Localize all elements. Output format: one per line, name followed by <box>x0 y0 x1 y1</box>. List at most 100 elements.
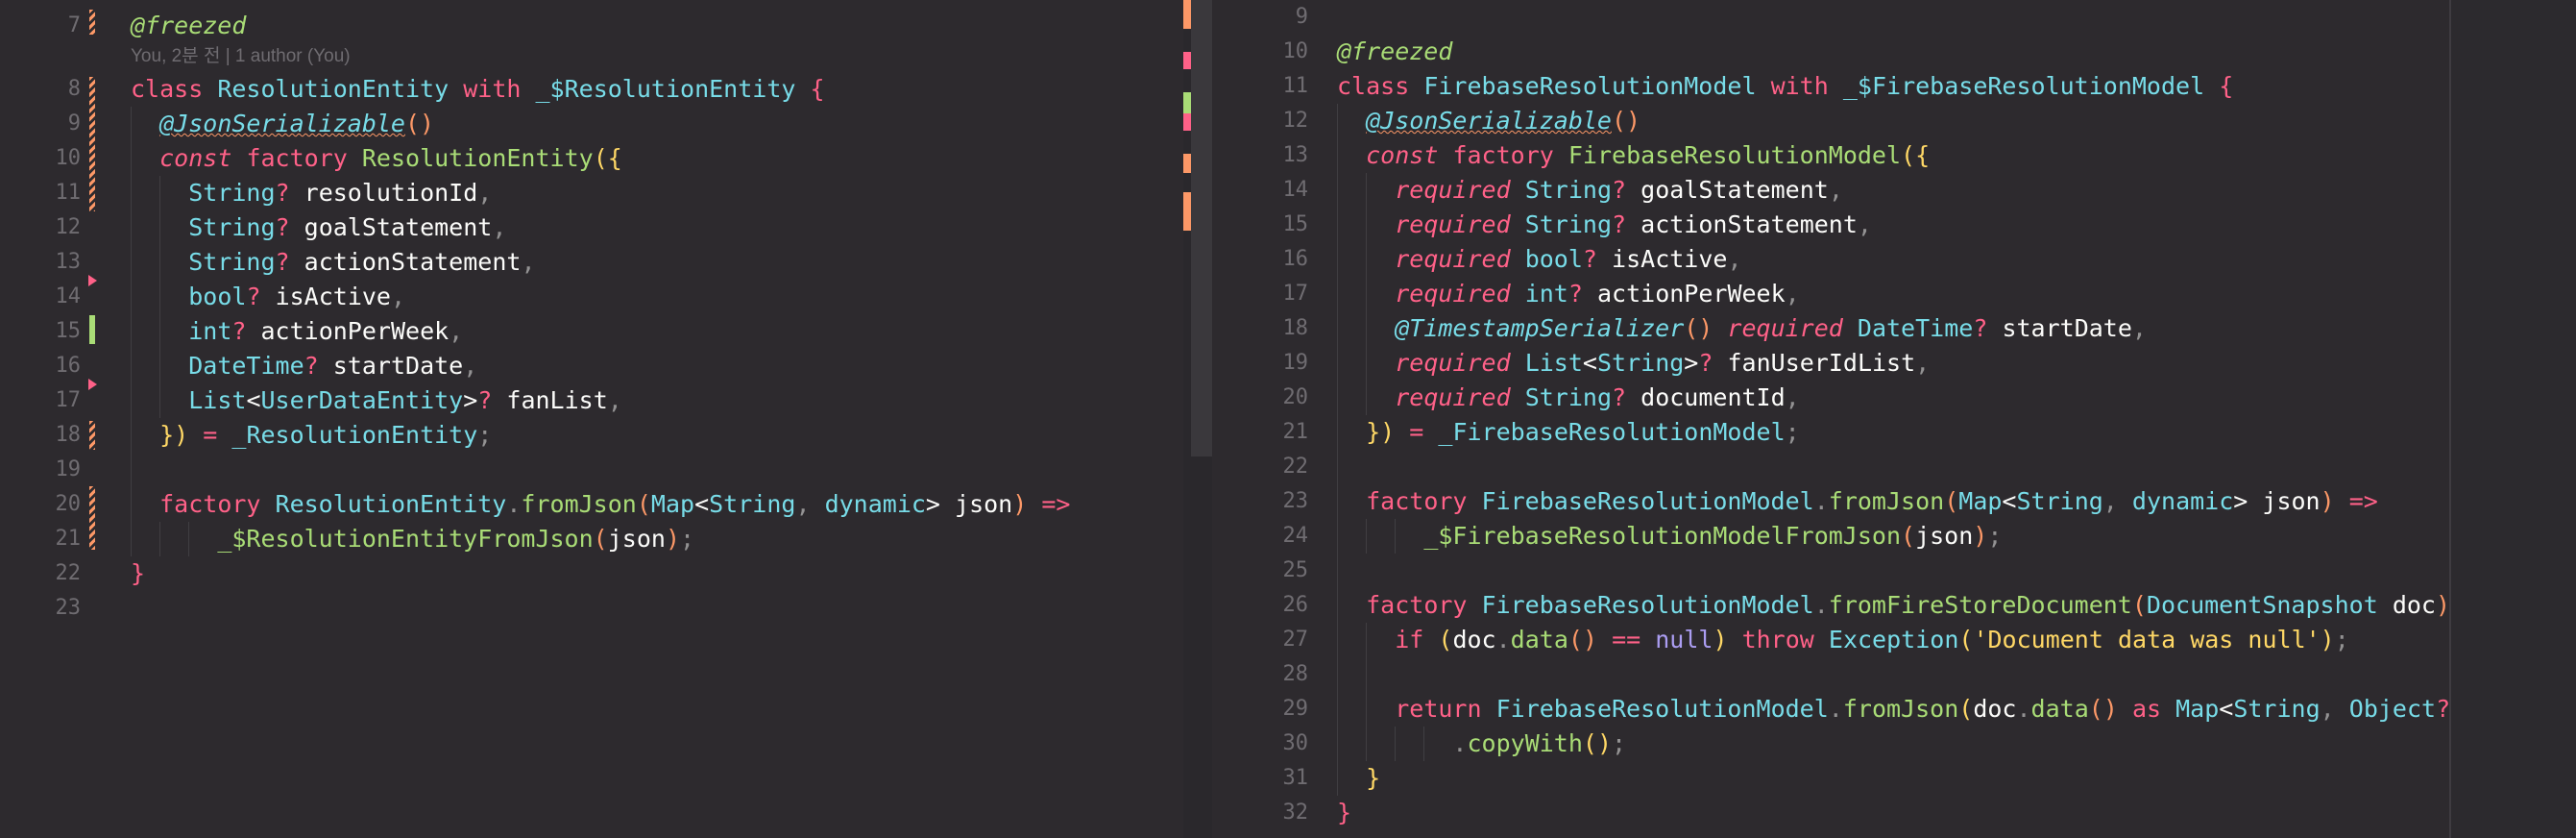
code-line[interactable]: 18 @TimestampSerializer() required DateT… <box>1212 311 2449 346</box>
code-line[interactable]: 23 factory FirebaseResolutionModel.fromJ… <box>1212 484 2449 519</box>
code-line[interactable]: 27 if (doc.data() == null) throw Excepti… <box>1212 623 2449 657</box>
code-line[interactable]: 22 } <box>0 556 1183 591</box>
code-text: class ResolutionEntity with _$Resolution… <box>131 75 825 103</box>
line-number: 14 <box>55 284 82 308</box>
code-text: required String? actionStatement, <box>1395 210 1872 238</box>
code-line[interactable]: 12 @JsonSerializable() <box>1212 104 2449 138</box>
code-line[interactable]: 18 }) = _ResolutionEntity; <box>0 418 1183 453</box>
code-text: String? actionStatement, <box>188 248 536 276</box>
code-line[interactable]: 13 const factory FirebaseResolutionModel… <box>1212 138 2449 173</box>
code-text: int? actionPerWeek, <box>188 317 464 345</box>
diff-overview <box>1183 0 1212 838</box>
code-text: factory FirebaseResolutionModel.fromFire… <box>1366 591 2479 619</box>
code-line[interactable]: 19 <box>0 453 1183 487</box>
code-text: } <box>1366 764 1381 792</box>
code-text: if (doc.data() == null) throw Exception(… <box>1395 626 2349 653</box>
code-line[interactable]: 9 @JsonSerializable() <box>0 107 1183 141</box>
code-text: required String? documentId, <box>1395 383 1800 411</box>
line-number: 21 <box>1282 420 1309 444</box>
code-text: } <box>131 559 146 587</box>
code-line[interactable]: 20 required String? documentId, <box>1212 381 2449 415</box>
line-number: 31 <box>1282 766 1309 790</box>
code-line[interactable]: 8 class ResolutionEntity with _$Resoluti… <box>0 72 1183 107</box>
code-text: DateTime? startDate, <box>188 352 478 380</box>
code-text: @freezed <box>131 12 247 39</box>
code-text: required String? goalStatement, <box>1395 176 1843 204</box>
code-line[interactable]: 25 <box>1212 554 2449 588</box>
code-line[interactable]: 29 return FirebaseResolutionModel.fromJs… <box>1212 692 2479 727</box>
code-text: }) = _FirebaseResolutionModel; <box>1366 418 1800 446</box>
code-editor[interactable]: 7 @freezed You, 2분 전 | 1 author (You) 8 … <box>0 0 2576 838</box>
code-line[interactable]: 24 _$FirebaseResolutionModelFromJson(jso… <box>1212 519 2449 554</box>
code-text: @TimestampSerializer() required DateTime… <box>1395 314 2147 342</box>
code-text: _$ResolutionEntityFromJson(json); <box>217 525 695 553</box>
code-line[interactable]: 11 String? resolutionId, <box>0 176 1183 210</box>
code-line[interactable]: 16 DateTime? startDate, <box>0 349 1183 383</box>
code-line[interactable]: 20 factory ResolutionEntity.fromJson(Map… <box>0 487 1183 522</box>
line-number: 13 <box>1282 143 1309 167</box>
code-text: bool? isActive, <box>188 283 406 310</box>
code-text: @freezed <box>1337 37 1453 65</box>
code-text: factory FirebaseResolutionModel.fromJson… <box>1366 487 2378 515</box>
vertical-ruler-area <box>2449 0 2576 838</box>
line-number: 15 <box>55 319 82 343</box>
line-number: 17 <box>1282 282 1309 306</box>
code-line[interactable]: 17 required int? actionPerWeek, <box>1212 277 2449 311</box>
line-number: 28 <box>1282 662 1309 686</box>
code-text: required int? actionPerWeek, <box>1395 280 1800 308</box>
line-number: 17 <box>55 388 82 412</box>
code-line[interactable]: 19 required List<String>? fanUserIdList, <box>1212 346 2449 381</box>
line-number: 21 <box>55 527 82 551</box>
line-number: 25 <box>1282 558 1309 582</box>
code-text: List<UserDataEntity>? fanList, <box>188 386 622 414</box>
code-text: }) = _ResolutionEntity; <box>159 421 493 449</box>
code-text: String? resolutionId, <box>188 179 493 207</box>
code-line[interactable]: 22 <box>1212 450 2449 484</box>
editor-pane-right[interactable]: 9 10 @freezed 11 class FirebaseResolutio… <box>1212 0 2479 838</box>
code-line[interactable]: 12 String? goalStatement, <box>0 210 1183 245</box>
code-line[interactable]: 28 <box>1212 657 2449 692</box>
code-line[interactable]: 14 required String? goalStatement, <box>1212 173 2449 208</box>
code-line[interactable]: 15 required String? actionStatement, <box>1212 208 2449 242</box>
line-number: 26 <box>1282 593 1309 617</box>
codelens-blame[interactable]: You, 2분 전 | 1 author (You) <box>131 44 351 69</box>
code-line[interactable]: 10 @freezed <box>1212 35 2449 69</box>
code-line[interactable]: 7 @freezed <box>0 9 1183 43</box>
editor-pane-left[interactable]: 7 @freezed You, 2분 전 | 1 author (You) 8 … <box>0 0 1183 838</box>
code-line[interactable]: 16 required bool? isActive, <box>1212 242 2449 277</box>
code-line[interactable]: 21 }) = _FirebaseResolutionModel; <box>1212 415 2449 450</box>
code-text: required bool? isActive, <box>1395 245 1742 273</box>
code-line[interactable]: 26 factory FirebaseResolutionModel.fromF… <box>1212 588 2479 623</box>
line-number: 22 <box>55 561 82 585</box>
line-number: 19 <box>55 457 82 481</box>
line-number: 15 <box>1282 212 1309 236</box>
line-number: 20 <box>1282 385 1309 409</box>
code-line[interactable]: 32 } <box>1212 796 2449 830</box>
code-line[interactable]: 11 class FirebaseResolutionModel with _$… <box>1212 69 2449 104</box>
code-text: @JsonSerializable() <box>159 110 435 137</box>
code-line[interactable]: 13 String? actionStatement, <box>0 245 1183 280</box>
line-number: 24 <box>1282 524 1309 548</box>
code-line[interactable]: 10 const factory ResolutionEntity({ <box>0 141 1183 176</box>
line-number: 29 <box>1282 697 1309 721</box>
line-number: 11 <box>1282 74 1309 98</box>
line-number: 12 <box>1282 109 1309 133</box>
line-number: 11 <box>55 181 82 205</box>
code-text: const factory FirebaseResolutionModel({ <box>1366 141 1931 169</box>
code-text: String? goalStatement, <box>188 213 507 241</box>
line-number: 7 <box>67 13 81 37</box>
code-line[interactable]: 15 int? actionPerWeek, <box>0 314 1183 349</box>
code-line[interactable]: 31 } <box>1212 761 2449 796</box>
code-text: } <box>1337 799 1352 826</box>
code-line[interactable]: 14 bool? isActive, <box>0 280 1183 314</box>
code-text: required List<String>? fanUserIdList, <box>1395 349 1931 377</box>
line-number: 32 <box>1282 801 1309 825</box>
code-text: _$FirebaseResolutionModelFromJson(json); <box>1423 522 2003 550</box>
line-number: 19 <box>1282 351 1309 375</box>
code-text: return FirebaseResolutionModel.fromJson(… <box>1395 695 2479 723</box>
code-line[interactable]: 17 List<UserDataEntity>? fanList, <box>0 383 1183 418</box>
code-line[interactable]: 30 .copyWith(); <box>1212 727 2449 761</box>
code-line[interactable]: 21 _$ResolutionEntityFromJson(json); <box>0 522 1183 556</box>
code-line[interactable]: 23 <box>0 591 1183 626</box>
code-line[interactable]: 9 <box>1212 0 2449 35</box>
